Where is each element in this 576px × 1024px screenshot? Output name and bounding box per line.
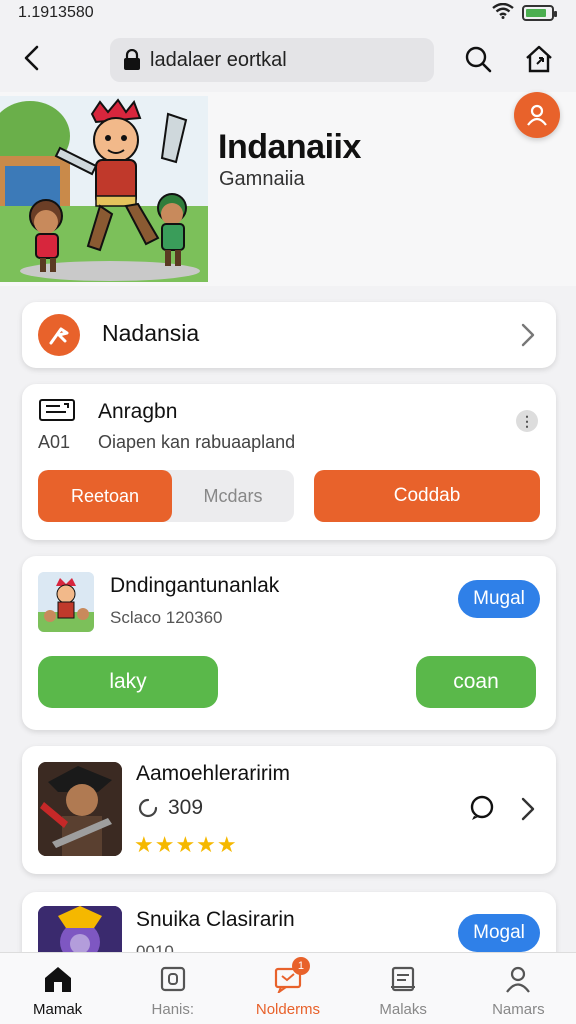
chevron-left-icon <box>24 45 39 71</box>
nav-item-2[interactable]: Hanis: <box>115 953 230 1024</box>
status-icons <box>492 2 557 24</box>
comment-icon[interactable] <box>468 794 496 822</box>
app-title: Aamoehleraririm <box>136 762 291 785</box>
message-icon: 1 <box>272 957 310 995</box>
options-card: Anragbn A01 Oiapen kan rabuaapland ⋮ Ree… <box>22 384 556 540</box>
hero-banner: Indanaiix Gamnaiia <box>0 92 576 286</box>
app-card-2[interactable]: Aamoehleraririm 309 ★★★★★ <box>22 746 556 874</box>
status-time: 1.1913580 <box>18 4 94 21</box>
options-code: A01 <box>38 432 71 452</box>
more-info-icon[interactable]: ⋮ <box>516 410 538 432</box>
app-thumbnail <box>38 762 122 856</box>
lock-icon <box>124 49 140 70</box>
top-bar: ladalaer eortkal <box>0 30 576 90</box>
bottom-navigation: Mamak Hanis: 1 Nolderms Malaks Namars <box>0 952 576 1024</box>
card-icon <box>39 399 75 421</box>
app-title: Snuika Clasirarin <box>136 908 295 931</box>
search-text: ladalaer eortkal <box>150 48 287 71</box>
notification-badge: 1 <box>291 957 310 975</box>
nav-item-4-label: Malaks <box>379 1001 427 1018</box>
app-badge-button[interactable]: Mugal <box>458 580 540 618</box>
square-icon <box>157 963 189 995</box>
app-card-1: Dndingantunanlak Sclaco 120360 Mugal lak… <box>22 556 556 730</box>
nav-item-4[interactable]: Malaks <box>346 953 461 1024</box>
app-thumbnail <box>38 572 94 632</box>
nav-item-3[interactable]: 1 Nolderms <box>230 953 345 1024</box>
hero-title: Indanaiix <box>218 128 361 166</box>
hero-illustration <box>0 96 208 282</box>
open-button[interactable]: coan <box>416 656 536 708</box>
inbox-icon <box>387 963 419 995</box>
search-icon <box>465 46 492 73</box>
wifi-icon <box>492 2 514 24</box>
app-subtitle: Sclaco 120360 <box>110 608 223 627</box>
hero-subtitle: Gamnaiia <box>219 168 305 190</box>
nav-item-2-label: Hanis: <box>151 1001 195 1018</box>
house-icon <box>526 45 552 73</box>
back-button[interactable] <box>16 42 48 74</box>
segment-active[interactable]: Reetoan <box>38 470 172 522</box>
segmented-control: Reetoan Mcdars <box>38 470 294 522</box>
options-title: Anragbn <box>98 400 178 423</box>
chevron-right-icon <box>521 797 535 821</box>
app-badge-button[interactable]: Mogal <box>458 914 540 952</box>
home-icon <box>42 963 74 995</box>
nav-link-label: Nadansia <box>102 320 200 346</box>
nav-item-5[interactable]: Namars <box>461 953 576 1024</box>
nav-home-label: Mamak <box>33 1001 83 1018</box>
home-button[interactable] <box>522 42 556 76</box>
play-button[interactable]: laky <box>38 656 218 708</box>
profile-icon <box>502 963 534 995</box>
brand-icon <box>38 314 80 356</box>
user-icon <box>527 104 547 126</box>
battery-icon <box>522 5 557 21</box>
options-description: Oiapen kan rabuaapland <box>98 432 296 452</box>
app-title: Dndingantunanlak <box>110 574 280 597</box>
count-value: 309 <box>168 796 204 819</box>
status-bar: 1.1913580 <box>0 0 576 26</box>
loading-icon <box>138 798 158 818</box>
comment-count: 309 <box>136 796 203 820</box>
nav-link-card[interactable]: Nadansia <box>22 302 556 368</box>
search-bar[interactable]: ladalaer eortkal <box>110 38 434 82</box>
primary-action-button[interactable]: Coddab <box>314 470 540 522</box>
profile-badge-button[interactable] <box>514 92 560 138</box>
nav-item-5-label: Namars <box>492 1001 545 1018</box>
segment-inactive[interactable]: Mcdars <box>172 470 294 522</box>
chevron-right-icon <box>521 323 535 347</box>
search-button[interactable] <box>461 42 495 76</box>
star-rating: ★★★★★ <box>134 832 238 857</box>
nav-item-3-label: Nolderms <box>255 1001 321 1018</box>
nav-home[interactable]: Mamak <box>0 953 115 1024</box>
